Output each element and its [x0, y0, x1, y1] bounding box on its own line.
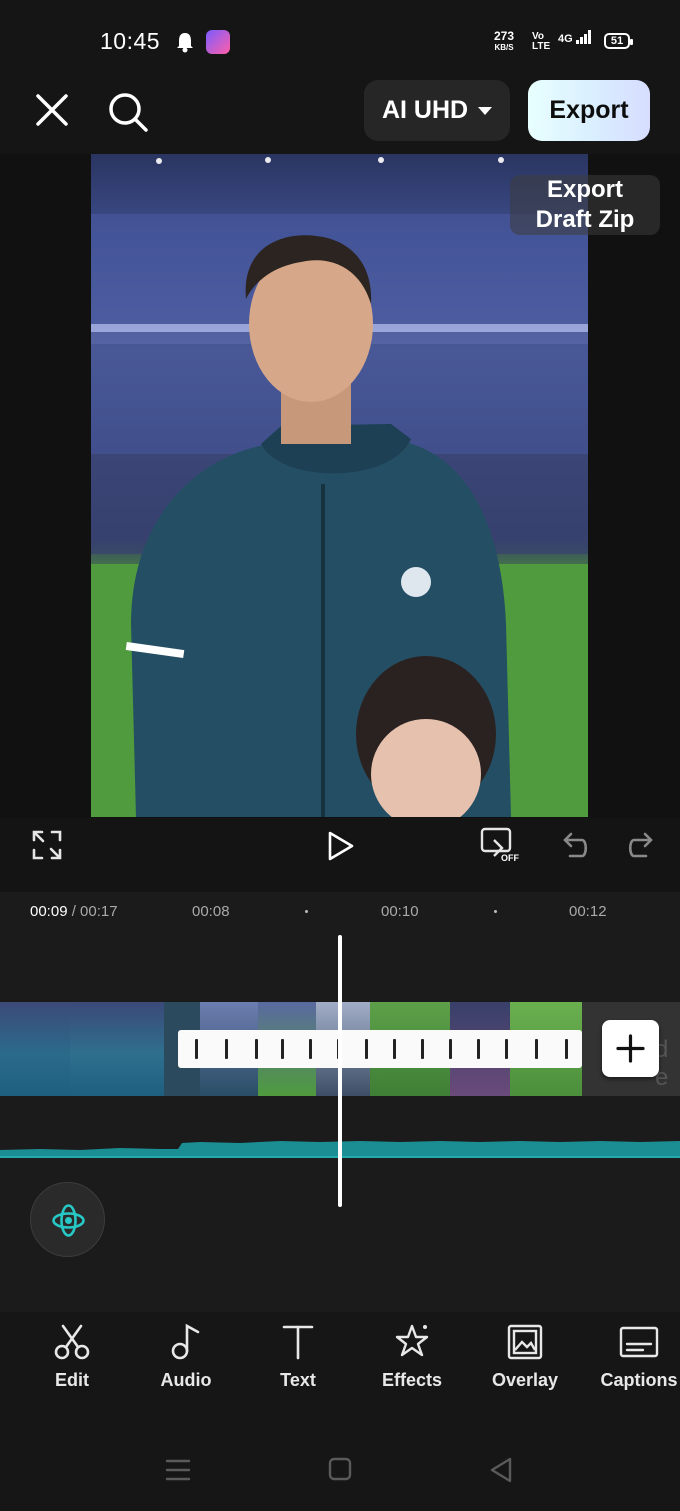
- video-frame-image: [91, 157, 588, 817]
- toolbar-item-overlay[interactable]: Overlay: [475, 1322, 575, 1402]
- captions-icon: [619, 1326, 659, 1358]
- toolbar-label: Effects: [381, 1370, 443, 1390]
- signal-icon: 4G: [558, 30, 592, 45]
- toolbar-item-audio[interactable]: Audio: [136, 1322, 236, 1402]
- network-speed: 273 KB/S: [494, 30, 514, 54]
- export-draft-zip-button[interactable]: Export Draft Zip: [510, 175, 660, 235]
- segment-tick: [565, 1039, 568, 1059]
- add-clip-button[interactable]: [602, 1020, 659, 1077]
- overlay-icon: [507, 1324, 543, 1360]
- keyframe-state: OFF: [501, 853, 519, 863]
- time-marker: 00:08: [192, 903, 230, 920]
- app-notification-icon: [206, 30, 230, 54]
- scissors-icon: [54, 1324, 90, 1360]
- current-time: 00:09: [30, 903, 68, 920]
- caret-down-icon: [478, 106, 493, 115]
- video-preview[interactable]: [91, 154, 588, 817]
- time-marker: 00:10: [381, 903, 419, 920]
- search-button[interactable]: [106, 90, 150, 134]
- playhead[interactable]: [338, 935, 342, 1207]
- toolbar-label: Audio: [160, 1370, 212, 1390]
- toolbar-item-captions[interactable]: Captions: [589, 1322, 680, 1402]
- volte-indicator: Vo LTE: [532, 31, 551, 52]
- export-button[interactable]: Export: [528, 80, 650, 141]
- text-icon: [282, 1325, 314, 1360]
- toolbar-label: Edit: [55, 1370, 89, 1390]
- segment-tick: [225, 1039, 228, 1059]
- ai-motion-button[interactable]: [30, 1182, 105, 1257]
- toolbar-label: Overlay: [491, 1370, 559, 1390]
- ai-uhd-dropdown[interactable]: AI UHD: [364, 80, 510, 141]
- play-icon: [328, 831, 354, 861]
- redo-button[interactable]: [626, 830, 656, 860]
- export-draft-zip-line1: Export: [546, 176, 623, 203]
- segment-tick: [421, 1039, 424, 1059]
- segment-tick: [195, 1039, 198, 1059]
- toolbar-item-text[interactable]: Text: [248, 1322, 348, 1402]
- home-nav-icon[interactable]: [328, 1457, 352, 1481]
- keyframe-toggle-button[interactable]: OFF: [480, 826, 524, 866]
- search-icon: [109, 93, 148, 132]
- status-time: 10:45: [100, 28, 161, 54]
- bell-icon: [177, 33, 193, 53]
- close-button[interactable]: [32, 90, 72, 130]
- segment-tick: [535, 1039, 538, 1059]
- network-speed-value: 273: [494, 29, 515, 43]
- segment-tick: [365, 1039, 368, 1059]
- timecode: 00:09 / 00:17: [30, 903, 118, 920]
- network-type: 4G: [558, 33, 573, 45]
- music-note-icon: [171, 1323, 200, 1360]
- segment-tick: [309, 1039, 312, 1059]
- toolbar-label: Captions: [600, 1370, 678, 1390]
- fullscreen-button[interactable]: [32, 830, 62, 860]
- clip-thumbnail: [0, 1002, 70, 1096]
- segment-tick: [477, 1039, 480, 1059]
- toolbar-item-effects[interactable]: Effects: [362, 1322, 462, 1402]
- add-icon: [616, 1034, 645, 1063]
- battery-icon: 51: [604, 33, 633, 49]
- menu-nav-icon[interactable]: [164, 1458, 192, 1482]
- ai-motion-icon: [52, 1204, 85, 1237]
- caption-segment-strip[interactable]: [178, 1030, 582, 1068]
- play-button[interactable]: [326, 830, 356, 862]
- segment-tick: [505, 1039, 508, 1059]
- time-marker: 00:12: [569, 903, 607, 920]
- effects-star-icon: [395, 1324, 429, 1357]
- segment-tick: [281, 1039, 284, 1059]
- close-icon: [36, 94, 68, 126]
- segment-tick: [393, 1039, 396, 1059]
- ai-uhd-label: AI UHD: [381, 96, 469, 124]
- time-dot: [494, 910, 497, 913]
- undo-icon: [563, 832, 588, 858]
- undo-button[interactable]: [560, 830, 590, 860]
- back-nav-icon[interactable]: [488, 1456, 514, 1484]
- network-speed-unit: KB/S: [494, 43, 514, 52]
- export-draft-zip-line2: Draft Zip: [535, 206, 635, 233]
- redo-icon: [628, 832, 653, 858]
- clip-thumbnail: [70, 1002, 164, 1096]
- segment-tick: [449, 1039, 452, 1059]
- toolbar-item-edit[interactable]: Edit: [22, 1322, 122, 1402]
- toolbar-label: Text: [280, 1370, 316, 1390]
- segment-tick: [255, 1039, 258, 1059]
- total-time: / 00:17: [71, 903, 118, 920]
- time-dot: [305, 910, 308, 913]
- fullscreen-icon: [32, 830, 62, 860]
